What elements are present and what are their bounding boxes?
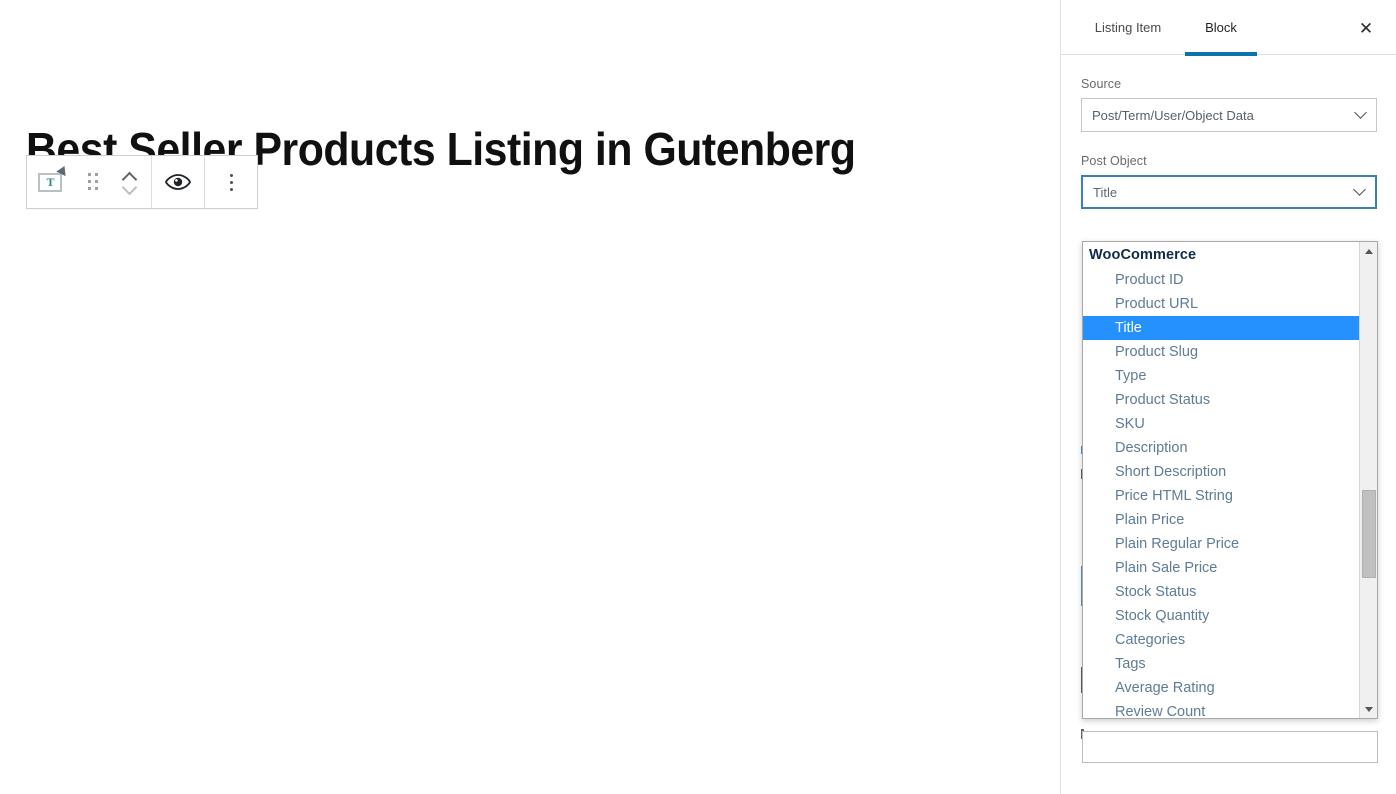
dropdown-option[interactable]: Short Description [1083, 460, 1357, 484]
block-type-switcher-button[interactable]: T [31, 156, 75, 208]
toolbar-group-preview [151, 156, 204, 208]
drag-handle-button[interactable] [75, 156, 111, 208]
dropdown-option[interactable]: Price HTML String [1083, 484, 1357, 508]
eye-icon [165, 174, 191, 190]
scroll-down-button[interactable] [1360, 700, 1377, 718]
dropdown-option[interactable]: Product Slug [1083, 340, 1357, 364]
dropdown-option[interactable]: Plain Price [1083, 508, 1357, 532]
post-object-label: Post Object [1081, 154, 1147, 168]
scrollbar-thumb[interactable] [1362, 490, 1376, 578]
editor-window: Best Seller Products Listing in Gutenber… [0, 0, 1396, 794]
kebab-menu-icon [229, 173, 233, 191]
dropdown-option[interactable]: Plain Regular Price [1083, 532, 1357, 556]
dropdown-options: WooCommerce Product ID Product URL Title Pr… [1083, 242, 1361, 718]
more-options-button[interactable] [209, 156, 253, 208]
dropdown-scrollbar[interactable] [1359, 242, 1377, 718]
dropdown-option[interactable]: SKU [1083, 412, 1357, 436]
chevron-down-icon [1355, 187, 1365, 197]
block-toolbar: T [26, 155, 258, 209]
chevron-down-icon [1356, 110, 1366, 120]
post-object-select-value: Title [1093, 184, 1118, 200]
dropdown-option[interactable]: Title [1083, 316, 1361, 340]
source-label: Source [1081, 77, 1122, 91]
dropdown-option[interactable]: Product ID [1083, 268, 1357, 292]
block-type-glyph: T [46, 175, 55, 189]
scroll-up-button[interactable] [1360, 242, 1377, 260]
drag-handle-icon [87, 173, 99, 191]
dropdown-option[interactable]: Type [1083, 364, 1357, 388]
dropdown-option[interactable]: Stock Status [1083, 580, 1357, 604]
dropdown-option[interactable]: Categories [1083, 628, 1357, 652]
post-object-dropdown-list[interactable]: WooCommerce Product ID Product URL Title Pr… [1082, 241, 1378, 719]
post-object-select[interactable]: Title [1081, 175, 1377, 209]
source-select[interactable]: Post/Term/User/Object Data [1081, 98, 1377, 132]
dropdown-option[interactable]: Product URL [1083, 292, 1357, 316]
triangle-up-icon [1365, 248, 1373, 254]
preview-eye-button[interactable] [156, 156, 200, 208]
tab-block[interactable]: Block [1183, 0, 1259, 56]
editor-canvas: Best Seller Products Listing in Gutenber… [0, 0, 1060, 794]
dropdown-option[interactable]: Stock Quantity [1083, 604, 1357, 628]
value-text-input[interactable] [1082, 731, 1378, 763]
dropdown-option[interactable]: Review Count [1083, 700, 1357, 718]
toolbar-group-primary: T [27, 156, 151, 208]
dropdown-option[interactable]: Average Rating [1083, 676, 1357, 700]
chevron-updown-icon [123, 173, 136, 192]
close-icon[interactable]: ✕ [1350, 12, 1382, 44]
dropdown-optgroup-label: WooCommerce [1089, 247, 1197, 263]
toolbar-group-options [204, 156, 257, 208]
source-select-value: Post/Term/User/Object Data [1092, 107, 1254, 123]
dropdown-option[interactable]: Plain Sale Price [1083, 556, 1357, 580]
move-updown-button[interactable] [111, 156, 147, 208]
dropdown-option[interactable]: Tags [1083, 652, 1357, 676]
sidebar-body: Source Post/Term/User/Object Data Post O… [1061, 77, 1396, 739]
dropdown-option[interactable]: Product Status [1083, 388, 1357, 412]
dropdown-option[interactable]: Description [1083, 436, 1357, 460]
tab-listing-item[interactable]: Listing Item [1073, 0, 1183, 55]
sidebar-tabs: Listing Item Block ✕ [1061, 0, 1396, 56]
block-type-icon: T [38, 165, 70, 196]
triangle-down-icon [1365, 706, 1373, 712]
